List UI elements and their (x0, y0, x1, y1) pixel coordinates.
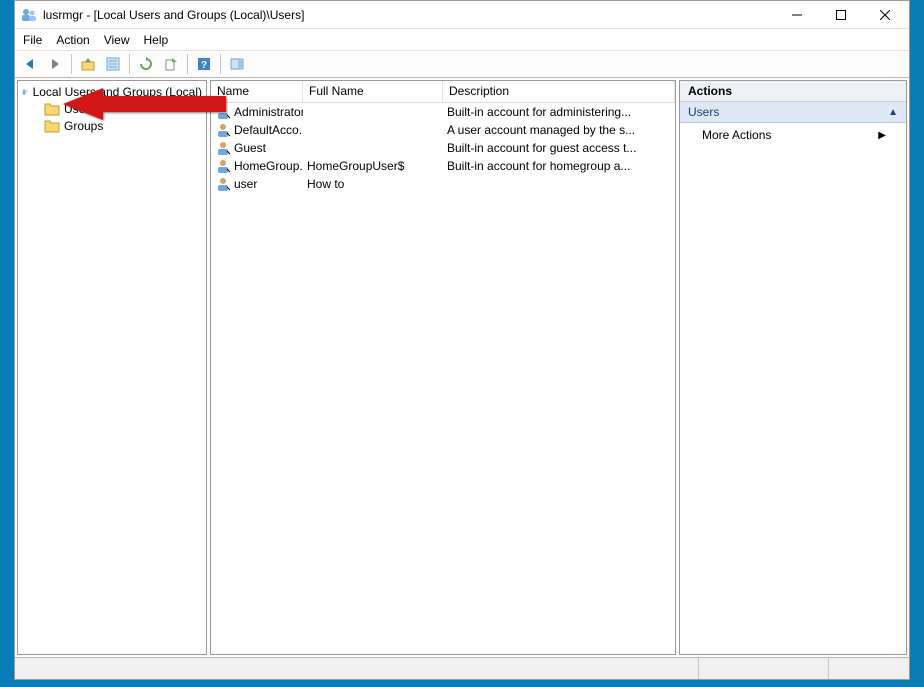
export-button[interactable] (160, 53, 182, 75)
cell-description: A user account managed by the s... (443, 123, 675, 137)
statusbar (15, 657, 909, 679)
menu-view[interactable]: View (104, 33, 130, 47)
tree-root-label: Local Users and Groups (Local) (33, 85, 202, 99)
cell-name-text: DefaultAcco... (234, 123, 303, 137)
actions-section-label: Users (688, 105, 719, 119)
user-icon (215, 104, 231, 120)
tree-groups-label: Groups (64, 119, 103, 133)
properties-icon (105, 56, 121, 72)
cell-description: Built-in account for homegroup a... (443, 159, 675, 173)
cell-description: Built-in account for guest access t... (443, 141, 675, 155)
panel-icon (229, 56, 245, 72)
minimize-icon (792, 10, 802, 20)
tree-root: Local Users and Groups (Local) Users Gro… (18, 81, 206, 136)
actions-pane: Actions Users ▲ More Actions ▶ (679, 80, 907, 655)
status-segment (829, 658, 909, 679)
cell-name: user (211, 176, 303, 192)
up-button[interactable] (77, 53, 99, 75)
list-pane[interactable]: Name Full Name Description Administrator… (210, 80, 676, 655)
list-row[interactable]: user How to (211, 175, 675, 193)
actions-more-item[interactable]: More Actions ▶ (680, 123, 906, 147)
maximize-button[interactable] (819, 2, 863, 28)
tree-root-item[interactable]: Local Users and Groups (Local) (22, 83, 202, 100)
forward-arrow-icon (47, 56, 63, 72)
cell-fullname: How to (303, 177, 443, 191)
help-button[interactable]: ? (193, 53, 215, 75)
cell-name-text: Administrator (234, 105, 303, 119)
window-controls (775, 2, 907, 28)
tree-item-groups[interactable]: Groups (22, 117, 202, 134)
list-header: Name Full Name Description (211, 81, 675, 103)
list-row[interactable]: HomeGroup...HomeGroupUser$Built-in accou… (211, 157, 675, 175)
toolbar-separator (71, 54, 72, 74)
toolbar-separator (129, 54, 130, 74)
cell-name-text: Guest (234, 141, 266, 155)
svg-text:?: ? (201, 60, 207, 71)
list-row[interactable]: DefaultAcco... A user account managed by … (211, 121, 675, 139)
column-header-description[interactable]: Description (443, 81, 675, 102)
user-icon (215, 122, 231, 138)
actions-section-users[interactable]: Users ▲ (680, 102, 906, 123)
app-icon (21, 7, 37, 23)
close-button[interactable] (863, 2, 907, 28)
export-icon (163, 56, 179, 72)
cell-name: DefaultAcco... (211, 122, 303, 138)
list-body: Administrator Built-in account for admini… (211, 103, 675, 654)
back-arrow-icon (22, 56, 38, 72)
refresh-icon (138, 56, 154, 72)
toolbar-separator (187, 54, 188, 74)
list-row[interactable]: Guest Built-in account for guest access t… (211, 139, 675, 157)
cell-description: Built-in account for administering... (443, 105, 675, 119)
folder-up-icon (80, 56, 96, 72)
folder-icon (44, 119, 60, 133)
tree-root-icon (22, 84, 29, 100)
window-title: lusrmgr - [Local Users and Groups (Local… (43, 8, 775, 22)
menu-file[interactable]: File (23, 33, 42, 47)
user-icon (215, 140, 231, 156)
show-hide-button[interactable] (226, 53, 248, 75)
column-header-fullname[interactable]: Full Name (303, 81, 443, 102)
cell-name-text: HomeGroup... (234, 159, 303, 173)
folder-icon (44, 102, 60, 116)
user-icon (215, 176, 231, 192)
collapse-arrow-icon: ▲ (888, 107, 898, 118)
toolbar: ? (15, 51, 909, 78)
toolbar-separator (220, 54, 221, 74)
app-window: lusrmgr - [Local Users and Groups (Local… (14, 0, 910, 680)
user-icon (215, 158, 231, 174)
minimize-button[interactable] (775, 2, 819, 28)
menu-help[interactable]: Help (144, 33, 169, 47)
actions-more-label: More Actions (702, 128, 771, 142)
cell-name: Administrator (211, 104, 303, 120)
cell-name: HomeGroup... (211, 158, 303, 174)
help-icon: ? (196, 56, 212, 72)
cell-name: Guest (211, 140, 303, 156)
status-segment (15, 658, 699, 679)
properties-button[interactable] (102, 53, 124, 75)
cell-name-text: user (234, 177, 257, 191)
cell-fullname: HomeGroupUser$ (303, 159, 443, 173)
tree-users-label: Users (64, 102, 95, 116)
menu-action[interactable]: Action (56, 33, 89, 47)
maximize-icon (836, 10, 846, 20)
titlebar: lusrmgr - [Local Users and Groups (Local… (15, 1, 909, 29)
status-segment (699, 658, 829, 679)
column-header-name[interactable]: Name (211, 81, 303, 102)
back-button[interactable] (19, 53, 41, 75)
refresh-button[interactable] (135, 53, 157, 75)
tree-item-users[interactable]: Users (22, 100, 202, 117)
tree-pane[interactable]: Local Users and Groups (Local) Users Gro… (17, 80, 207, 655)
submenu-arrow-icon: ▶ (878, 130, 886, 141)
list-row[interactable]: Administrator Built-in account for admini… (211, 103, 675, 121)
body-area: Local Users and Groups (Local) Users Gro… (15, 78, 909, 657)
actions-header: Actions (680, 81, 906, 102)
close-icon (880, 10, 890, 20)
menubar: File Action View Help (15, 29, 909, 51)
forward-button[interactable] (44, 53, 66, 75)
